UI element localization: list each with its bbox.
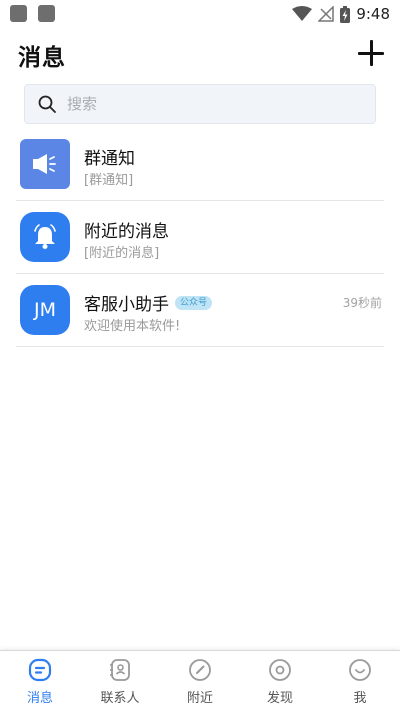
message-icon — [28, 658, 52, 682]
tab-messages[interactable]: 消息 — [0, 651, 80, 710]
search-icon — [38, 95, 56, 113]
conversation-preview: [附近的消息] — [84, 246, 160, 261]
conversation-item-group-notice[interactable]: 群通知 [群通知] — [16, 128, 384, 201]
add-button[interactable] — [358, 40, 384, 66]
page-title: 消息 — [18, 45, 66, 71]
status-time: 9:48 — [356, 5, 390, 23]
conversation-preview: 欢迎使用本软件! — [84, 319, 181, 334]
avatar: JM — [20, 285, 70, 335]
tab-label: 联系人 — [100, 691, 140, 706]
battery-charging-icon — [340, 5, 351, 23]
bell-icon — [34, 224, 56, 249]
tab-label: 我 — [353, 691, 367, 706]
official-account-badge: 公众号 — [175, 295, 213, 310]
conversation-title: 群通知 — [84, 149, 135, 169]
notification-icon — [10, 5, 27, 22]
conversation-title: 附近的消息 — [84, 222, 169, 242]
status-bar: 9:48 — [0, 0, 400, 28]
header: 消息 — [0, 36, 400, 76]
status-icons: 9:48 — [292, 4, 390, 24]
tab-contacts[interactable]: 联系人 — [80, 651, 160, 710]
conversation-list: 群通知 [群通知] 附近的消息 [附近的消息] JM 客服小助手 公众号 欢迎使… — [16, 128, 384, 347]
no-signal-icon — [318, 6, 335, 22]
tab-nearby[interactable]: 附近 — [160, 651, 240, 710]
conversation-item-customer-service[interactable]: JM 客服小助手 公众号 欢迎使用本软件! 39秒前 — [16, 274, 384, 347]
search-input[interactable] — [67, 95, 347, 113]
bottom-tab-bar: 消息 联系人 附近 发现 我 — [0, 650, 400, 710]
wifi-icon — [292, 6, 313, 21]
tab-label: 发现 — [266, 691, 293, 706]
conversation-title-text: 客服小助手 — [84, 295, 169, 315]
conversation-item-nearby[interactable]: 附近的消息 [附近的消息] — [16, 201, 384, 274]
conversation-time: 39秒前 — [342, 296, 382, 310]
tab-profile[interactable]: 我 — [320, 651, 400, 710]
megaphone-icon — [33, 154, 56, 174]
compass-icon — [189, 659, 211, 681]
contacts-icon — [110, 659, 130, 681]
avatar — [20, 139, 70, 189]
conversation-title: 客服小助手 公众号 — [84, 290, 213, 315]
notification-icon — [38, 5, 55, 22]
tab-label: 消息 — [26, 691, 53, 706]
profile-icon — [349, 659, 371, 681]
search-bar[interactable] — [24, 84, 376, 124]
conversation-preview: [群通知] — [84, 173, 134, 188]
tab-discover[interactable]: 发现 — [240, 651, 320, 710]
tab-label: 附近 — [186, 691, 213, 706]
discover-icon — [269, 659, 291, 681]
avatar — [20, 212, 70, 262]
avatar-initials: JM — [34, 299, 56, 321]
